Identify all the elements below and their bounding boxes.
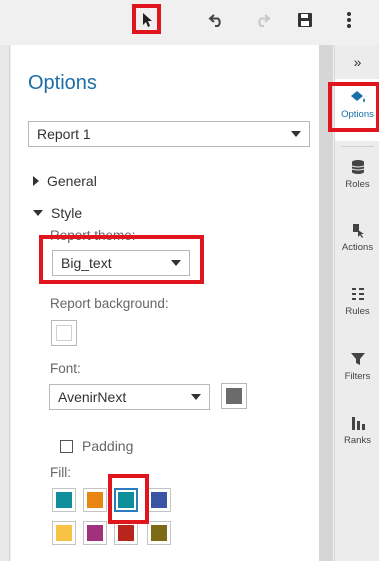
- font-select[interactable]: AvenirNext: [49, 384, 210, 410]
- fill-label: Fill:: [50, 465, 71, 480]
- rail-item-ranks[interactable]: Ranks: [335, 405, 379, 467]
- right-rail: » Options Roles Actions Rules Filters Ra…: [328, 45, 379, 561]
- chevron-down-icon: [191, 394, 201, 400]
- padding-label: Padding: [82, 438, 134, 454]
- rail-item-label: Filters: [344, 371, 371, 382]
- section-general[interactable]: General: [33, 173, 97, 189]
- fill-swatch-color: [56, 492, 72, 508]
- fill-swatch-orange[interactable]: [83, 488, 107, 512]
- bar-chart-icon: [351, 417, 365, 430]
- fill-swatch-blue[interactable]: [147, 488, 171, 512]
- font-select-value: AvenirNext: [58, 389, 127, 405]
- fill-swatch-yellow[interactable]: [52, 521, 76, 545]
- section-style-label: Style: [51, 205, 83, 221]
- rules-icon: [351, 288, 364, 300]
- fill-swatch-color: [151, 525, 167, 541]
- rail-item-label: Roles: [345, 179, 370, 190]
- section-style[interactable]: Style: [33, 205, 82, 221]
- rail-item-label: Actions: [341, 242, 374, 253]
- rail-item-label: Ranks: [344, 435, 371, 446]
- panel-title: Options: [28, 72, 97, 94]
- object-select-value: Report 1: [37, 126, 91, 142]
- fill-swatch-magenta[interactable]: [83, 521, 107, 545]
- save-icon[interactable]: [293, 8, 317, 32]
- font-label: Font:: [50, 361, 81, 376]
- rail-item-actions[interactable]: Actions: [335, 212, 379, 274]
- fill-swatch-color: [87, 525, 103, 541]
- undo-icon[interactable]: [205, 8, 229, 32]
- section-general-label: General: [47, 173, 97, 189]
- filter-icon: [350, 353, 365, 365]
- report-background-swatch: [56, 325, 72, 341]
- fill-swatch-red[interactable]: [114, 521, 138, 545]
- report-background-color-picker[interactable]: [51, 320, 77, 346]
- expand-right-icon: [33, 176, 39, 186]
- rail-item-roles[interactable]: Roles: [335, 149, 379, 211]
- font-color-swatch: [226, 388, 242, 404]
- collapse-down-icon: [33, 210, 43, 216]
- report-background-label: Report background:: [50, 296, 169, 311]
- rail-item-filters[interactable]: Filters: [335, 341, 379, 403]
- actions-icon: [352, 224, 364, 238]
- options-panel: Options Report 1 General Style Report th…: [11, 45, 333, 561]
- fill-swatch-color: [151, 492, 167, 508]
- fill-swatch-color: [56, 525, 72, 541]
- highlight-options-tab: [328, 82, 379, 132]
- chevron-down-icon: [291, 131, 301, 137]
- fill-swatch-teal[interactable]: [52, 488, 76, 512]
- highlight-report-theme: [39, 235, 204, 284]
- fill-swatch-color: [118, 525, 134, 541]
- top-toolbar: [0, 0, 379, 40]
- object-select[interactable]: Report 1: [28, 121, 310, 147]
- fill-swatch-olive[interactable]: [147, 521, 171, 545]
- redo-icon[interactable]: [250, 8, 274, 32]
- left-strip: [0, 45, 10, 561]
- padding-checkbox[interactable]: [60, 440, 73, 453]
- highlight-pointer: [132, 4, 161, 34]
- font-color-picker[interactable]: [221, 383, 247, 409]
- collapse-panel-icon[interactable]: »: [335, 45, 379, 78]
- highlight-fill-swatch: [108, 474, 149, 524]
- rail-item-label: Rules: [345, 306, 370, 317]
- fill-swatch-color: [87, 492, 103, 508]
- database-icon: [351, 160, 364, 174]
- app-root: Options Report 1 General Style Report th…: [0, 0, 379, 561]
- more-vertical-icon[interactable]: [337, 8, 361, 32]
- rail-divider: [341, 146, 374, 147]
- rail-item-rules[interactable]: Rules: [335, 276, 379, 338]
